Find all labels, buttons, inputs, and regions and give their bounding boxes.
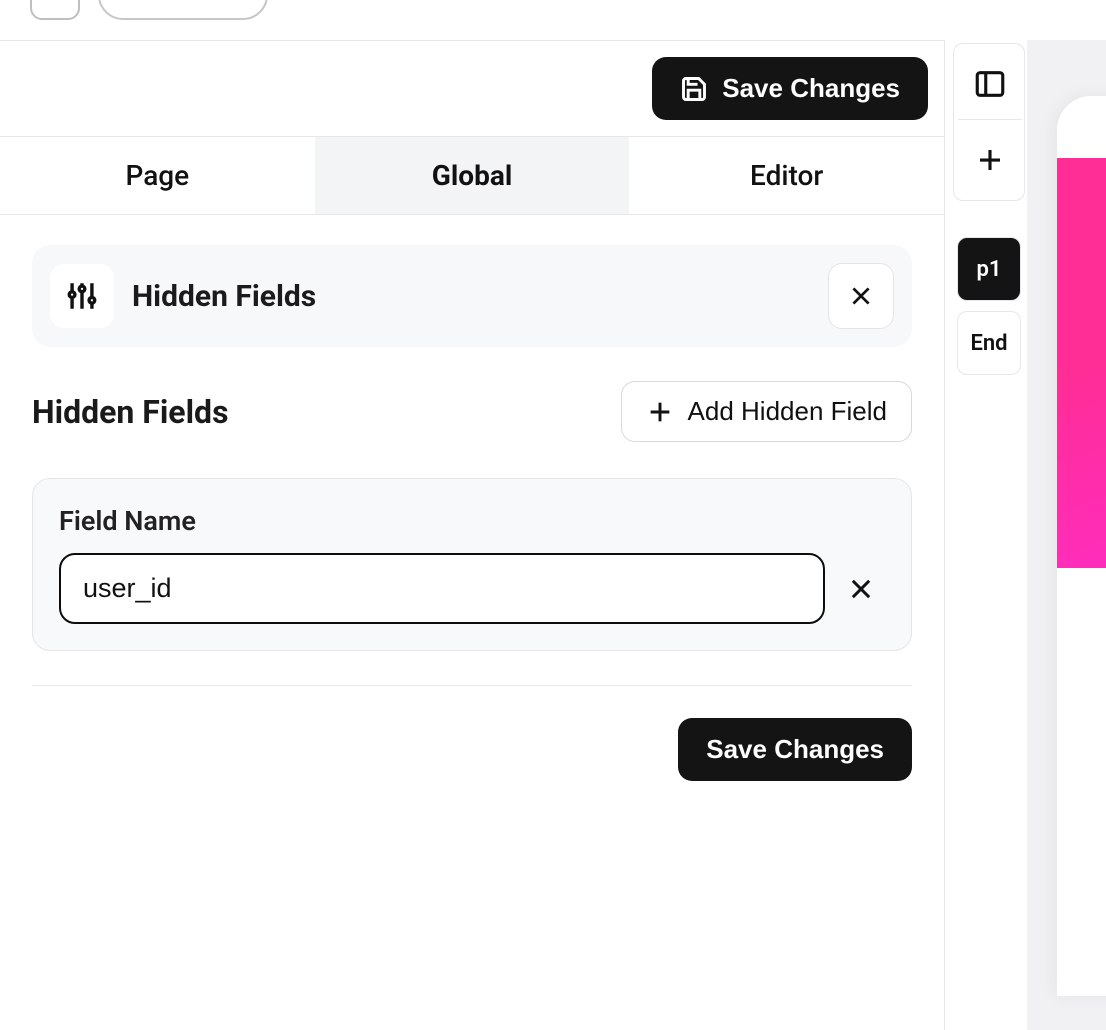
tab-page[interactable]: Page <box>0 137 315 214</box>
rail-group-top <box>953 43 1025 201</box>
panel-header: Save Changes <box>0 41 944 137</box>
preview-strip <box>1027 40 1106 1030</box>
subheader-title: Hidden Fields <box>32 393 229 431</box>
save-changes-footer-button[interactable]: Save Changes <box>678 718 912 781</box>
panel-content: Hidden Fields Hidden Fields Add Hidden F… <box>0 215 944 811</box>
field-name-input[interactable] <box>59 553 825 624</box>
right-rail: p1 End <box>953 43 1025 375</box>
remove-field-button[interactable] <box>847 575 875 603</box>
toolbar-fragment <box>30 0 268 20</box>
tab-editor[interactable]: Editor <box>629 137 944 214</box>
plus-icon <box>975 145 1005 175</box>
toolbar-pill-fragment <box>98 0 268 20</box>
close-section-button[interactable] <box>828 263 894 329</box>
settings-panel: Save Changes Page Global Editor Hidden F… <box>0 40 945 1030</box>
tabs: Page Global Editor <box>0 137 944 215</box>
toggle-sidebar-button[interactable] <box>958 48 1022 120</box>
add-hidden-field-button[interactable]: Add Hidden Field <box>621 381 912 442</box>
field-name-label: Field Name <box>59 505 885 537</box>
footer-row: Save Changes <box>32 718 912 781</box>
save-changes-header-label: Save Changes <box>722 73 900 104</box>
panel-left-icon <box>973 67 1007 101</box>
save-icon <box>680 75 708 103</box>
toolbar-button-fragment <box>30 0 80 20</box>
tab-global[interactable]: Global <box>315 137 630 214</box>
sliders-icon <box>65 279 99 313</box>
section-header-card: Hidden Fields <box>32 245 912 347</box>
section-title: Hidden Fields <box>132 279 810 314</box>
close-icon <box>848 283 874 309</box>
add-page-button[interactable] <box>958 124 1022 196</box>
preview-gradient <box>1057 158 1106 568</box>
hidden-field-card: Field Name <box>32 478 912 651</box>
divider <box>32 685 912 686</box>
section-icon-container <box>50 264 114 328</box>
page-end-button[interactable]: End <box>957 311 1021 375</box>
save-changes-footer-label: Save Changes <box>706 734 884 765</box>
plus-icon <box>646 398 674 426</box>
subheader-row: Hidden Fields Add Hidden Field <box>32 381 912 442</box>
save-changes-header-button[interactable]: Save Changes <box>652 57 928 120</box>
page-p1-button[interactable]: p1 <box>957 237 1021 301</box>
field-row <box>59 553 885 624</box>
add-hidden-field-label: Add Hidden Field <box>688 396 887 427</box>
